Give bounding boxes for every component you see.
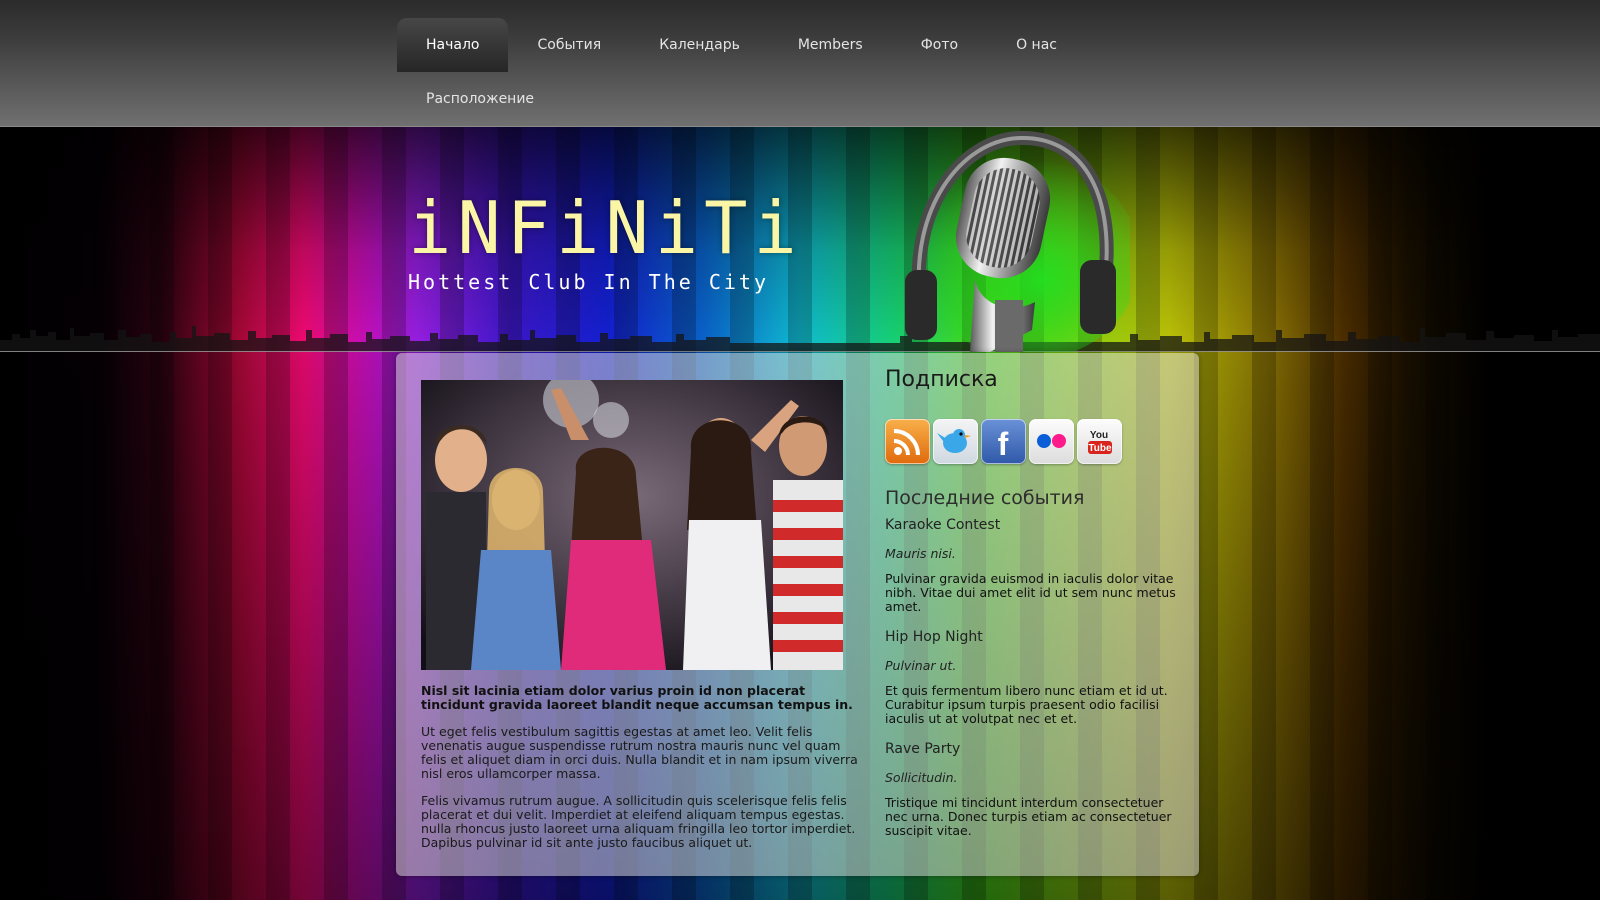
flickr-icon[interactable] <box>1029 419 1074 464</box>
svg-text:Tube: Tube <box>1088 443 1112 454</box>
nav-item-events[interactable]: События <box>508 18 630 72</box>
nav-item-location[interactable]: Расположение <box>397 72 563 126</box>
nav-row-secondary: Расположение <box>397 72 563 126</box>
top-navigation: Начало События Календарь Members Фото О … <box>0 0 1600 127</box>
microphone-headphones-image <box>905 130 1130 352</box>
body-paragraph-1: Ut eget felis vestibulum sagittis egesta… <box>421 724 858 781</box>
event-date-3: Sollicitudin. <box>885 770 958 785</box>
latest-events-heading: Последние события <box>885 487 1085 509</box>
twitter-icon[interactable] <box>933 419 978 464</box>
youtube-icon[interactable]: You Tube <box>1077 419 1122 464</box>
site-logo-title: iNFiNiTi <box>408 186 803 270</box>
event-date-2: Pulvinar ut. <box>885 658 957 673</box>
event-text-3: Tristique mi tincidunt interdum consecte… <box>885 795 1172 838</box>
event-title-1[interactable]: Karaoke Contest <box>885 517 1000 533</box>
event-text-2: Et quis fermentum libero nunc etiam et i… <box>885 683 1168 726</box>
event-date-1: Mauris nisi. <box>885 546 956 561</box>
facebook-icon-letter: f <box>998 426 1009 462</box>
svg-text:You: You <box>1090 430 1108 441</box>
intro-text: Nisl sit lacinia etiam dolor varius proi… <box>421 683 853 712</box>
nav-item-about[interactable]: О нас <box>987 18 1086 72</box>
subscribe-heading: Подписка <box>885 367 998 392</box>
content-panel: Nisl sit lacinia etiam dolor varius proi… <box>396 353 1199 876</box>
hero-divider <box>0 351 1600 352</box>
event-title-2[interactable]: Hip Hop Night <box>885 629 983 645</box>
nav-item-calendar[interactable]: Календарь <box>630 18 769 72</box>
event-title-3[interactable]: Rave Party <box>885 741 960 757</box>
body-paragraph-2: Felis vivamus rutrum augue. A sollicitud… <box>421 793 856 850</box>
nav-item-photo[interactable]: Фото <box>892 18 987 72</box>
nav-row-primary: Начало События Календарь Members Фото О … <box>397 18 1086 72</box>
city-skyline <box>0 326 1600 352</box>
site-logo-subtitle: Hottest Club In The City <box>408 270 769 294</box>
nav-item-home[interactable]: Начало <box>397 18 509 72</box>
party-photo <box>421 380 843 670</box>
rss-icon[interactable] <box>885 419 930 464</box>
nav-item-members[interactable]: Members <box>769 18 892 72</box>
social-icons: f You Tube <box>885 419 1122 464</box>
facebook-icon[interactable]: f <box>981 419 1026 464</box>
event-text-1: Pulvinar gravida euismod in iaculis dolo… <box>885 571 1176 614</box>
